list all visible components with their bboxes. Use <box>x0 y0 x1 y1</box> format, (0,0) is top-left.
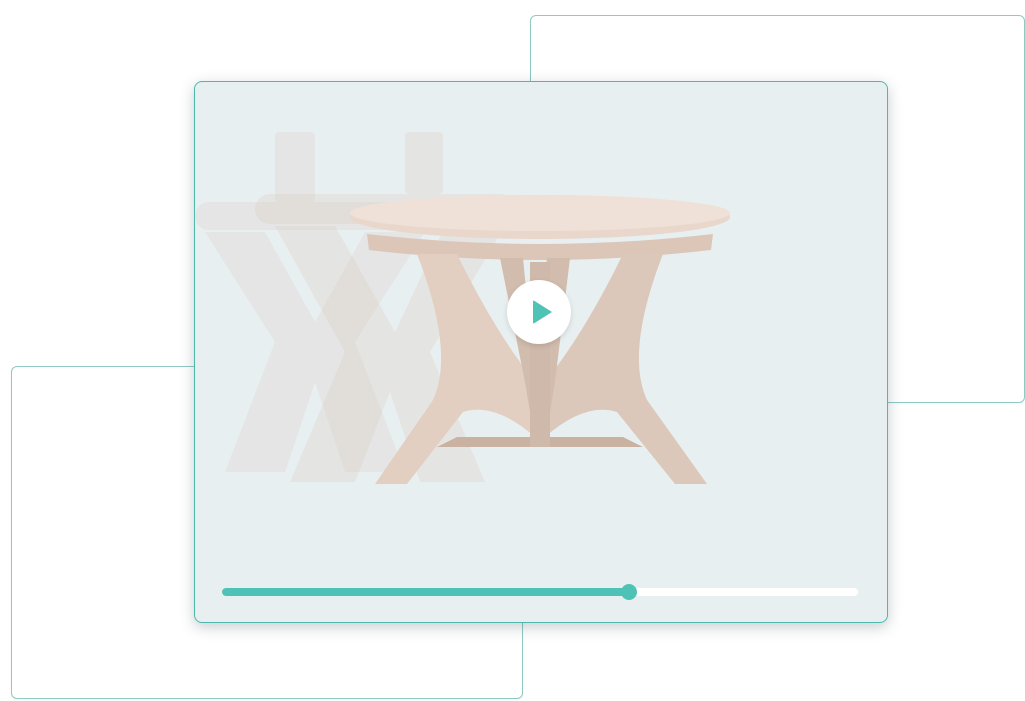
play-button[interactable] <box>507 280 571 344</box>
progress-handle[interactable] <box>621 584 638 600</box>
video-frame <box>195 132 730 484</box>
video-player[interactable] <box>194 81 888 623</box>
progress-fill <box>222 588 630 596</box>
play-icon <box>533 300 552 324</box>
progress-bar[interactable] <box>222 584 858 600</box>
